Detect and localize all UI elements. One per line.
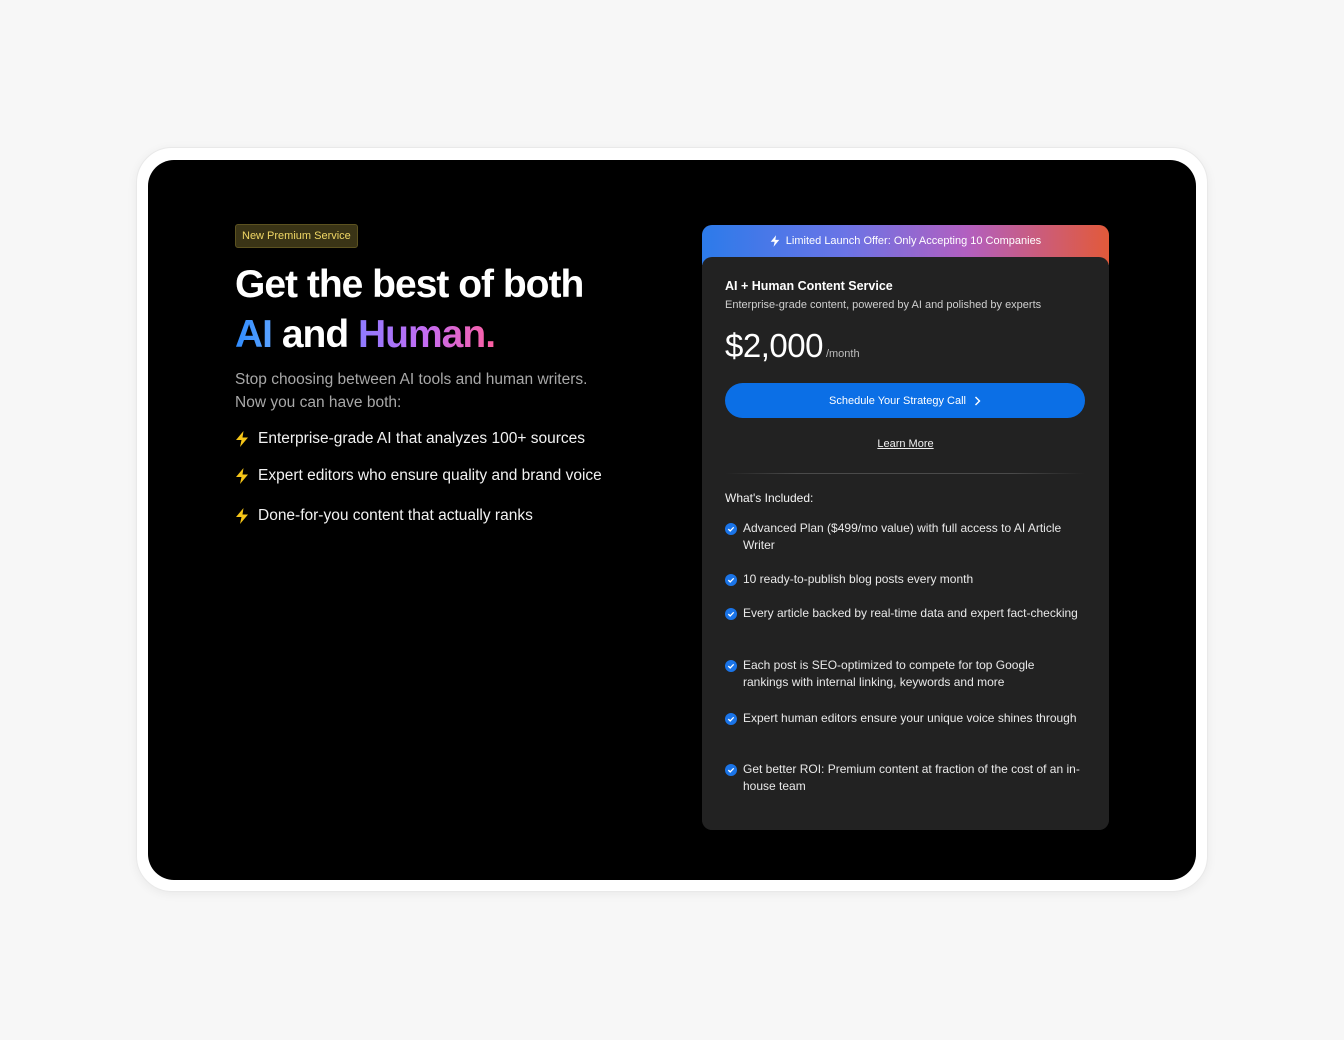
headline-human: Human. bbox=[358, 313, 496, 356]
included-title: What's Included: bbox=[725, 491, 814, 505]
feature-text: Enterprise-grade AI that analyzes 100+ s… bbox=[258, 430, 585, 447]
service-title: AI + Human Content Service bbox=[725, 279, 893, 293]
lightning-bolt-icon bbox=[236, 508, 248, 524]
check-circle-icon bbox=[725, 713, 737, 725]
feature-text: Expert editors who ensure quality and br… bbox=[258, 467, 602, 484]
check-circle-icon bbox=[725, 660, 737, 672]
learn-more-text[interactable]: Learn More bbox=[877, 438, 933, 450]
headline-ai: AI bbox=[235, 313, 273, 356]
check-circle-icon bbox=[725, 608, 737, 620]
included-item-text: Expert human editors ensure your unique … bbox=[743, 711, 1077, 725]
new-premium-badge: New Premium Service bbox=[235, 224, 358, 248]
cta-label: Schedule Your Strategy Call bbox=[829, 394, 966, 407]
lightning-bolt-icon bbox=[236, 468, 248, 484]
feature-item: Done-for-you content that actually ranks bbox=[235, 505, 533, 527]
headline-and: and bbox=[272, 313, 359, 356]
included-item-text: Get better ROI: Premium content at fract… bbox=[743, 762, 1080, 793]
included-item: Each post is SEO-optimized to compete fo… bbox=[725, 657, 1080, 691]
check-circle-icon bbox=[725, 574, 737, 586]
included-item-text: Every article backed by real-time data a… bbox=[743, 606, 1078, 620]
included-item-text: Each post is SEO-optimized to compete fo… bbox=[743, 658, 1035, 689]
included-item-text: 10 ready-to-publish blog posts every mon… bbox=[743, 572, 974, 586]
price: $2,000 /month bbox=[725, 327, 860, 365]
page-title: Get the best of both AI and Human. bbox=[235, 260, 675, 360]
feature-item: Expert editors who ensure quality and br… bbox=[235, 465, 602, 487]
included-item-text: Advanced Plan ($499/mo value) with full … bbox=[743, 521, 1062, 552]
hero-panel: New Premium Service Get the best of both… bbox=[148, 160, 1196, 880]
subtitle-line1: Stop choosing between AI tools and human… bbox=[235, 371, 588, 388]
feature-text: Done-for-you content that actually ranks bbox=[258, 507, 533, 524]
schedule-call-button[interactable]: Schedule Your Strategy Call bbox=[725, 383, 1085, 418]
included-item: Every article backed by real-time data a… bbox=[725, 605, 1080, 622]
lightning-bolt-icon bbox=[236, 431, 248, 447]
subtitle-line2: Now you can have both: bbox=[235, 394, 402, 411]
included-item: 10 ready-to-publish blog posts every mon… bbox=[725, 571, 1080, 588]
check-circle-icon bbox=[725, 764, 737, 776]
included-item: Advanced Plan ($499/mo value) with full … bbox=[725, 520, 1080, 554]
lightning-bolt-icon bbox=[770, 235, 780, 247]
check-circle-icon bbox=[725, 523, 737, 535]
hero-subtitle: Stop choosing between AI tools and human… bbox=[235, 368, 655, 414]
pricing-card-body: AI + Human Content Service Enterprise-gr… bbox=[702, 257, 1109, 830]
divider bbox=[725, 473, 1085, 474]
included-item: Get better ROI: Premium content at fract… bbox=[725, 761, 1080, 795]
headline-line1: Get the best of both bbox=[235, 263, 584, 306]
price-period: /month bbox=[825, 348, 860, 360]
ribbon-text: Limited Launch Offer: Only Accepting 10 … bbox=[785, 235, 1042, 247]
service-description: Enterprise-grade content, powered by AI … bbox=[725, 299, 1042, 311]
included-item: Expert human editors ensure your unique … bbox=[725, 710, 1080, 727]
feature-item: Enterprise-grade AI that analyzes 100+ s… bbox=[235, 428, 585, 450]
price-amount: $2,000 bbox=[725, 327, 823, 364]
chevron-right-icon bbox=[974, 396, 981, 405]
learn-more-link[interactable]: Learn More bbox=[702, 438, 1109, 450]
pricing-card: Limited Launch Offer: Only Accepting 10 … bbox=[702, 225, 1109, 830]
